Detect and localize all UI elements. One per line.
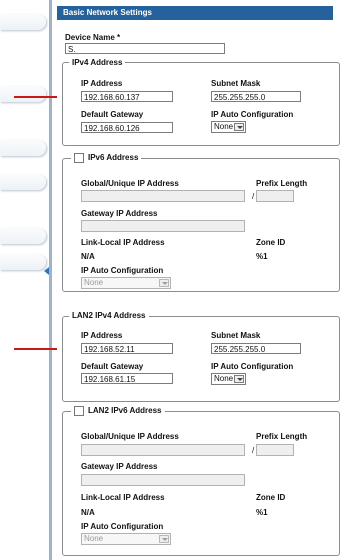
left-sidebar (0, 0, 50, 560)
sidebar-tab[interactable] (0, 174, 46, 190)
network-settings-panel: Basic Network Settings Device Name * S. … (57, 0, 347, 560)
lan2-ip-address-field[interactable]: 192.168.52.11 (81, 343, 173, 354)
ipv6-auto-config-value: None (84, 278, 104, 287)
ipv6-enable-checkbox[interactable] (74, 153, 84, 163)
sidebar-tab[interactable] (0, 228, 46, 244)
ipv4-group (62, 62, 340, 146)
lan2-default-gateway-label: Default Gateway (81, 362, 144, 371)
prefix-separator: / (252, 192, 255, 201)
lan2-ipv4-legend: LAN2 IPv4 Address (69, 311, 149, 321)
link-local-value: N/A (81, 252, 95, 261)
lan2-link-local-label: Link-Local IP Address (81, 493, 165, 502)
lan2-link-local-value: N/A (81, 508, 95, 517)
global-ip-field[interactable] (81, 190, 245, 202)
default-gateway-label: Default Gateway (81, 110, 144, 119)
default-gateway-field[interactable]: 192.168.60.126 (81, 122, 173, 133)
lan2-subnet-mask-label: Subnet Mask (211, 331, 261, 340)
lan2-default-gateway-field[interactable]: 192.168.61.15 (81, 373, 173, 384)
lan2-zone-id-label: Zone ID (256, 493, 286, 502)
gateway-ip-field[interactable] (81, 220, 245, 232)
lan2-ip-auto-config-value: None (214, 374, 234, 383)
chevron-down-icon (234, 123, 244, 131)
lan2-subnet-mask-field[interactable]: 255.255.255.0 (211, 343, 301, 354)
panel-title: Basic Network Settings (57, 6, 333, 20)
sidebar-tab[interactable] (0, 254, 46, 270)
prefix-length-field[interactable] (256, 190, 294, 202)
sidebar-divider (49, 0, 52, 560)
ip-address-label: IP Address (81, 79, 123, 88)
lan2-prefix-length-field[interactable] (256, 444, 294, 456)
device-name-label: Device Name * (65, 33, 121, 42)
global-ip-label: Global/Unique IP Address (81, 179, 179, 188)
sidebar-tab[interactable] (0, 86, 46, 102)
ip-auto-config-value: None (214, 122, 234, 131)
sidebar-tab[interactable] (0, 14, 46, 30)
zone-id-label: Zone ID (256, 238, 286, 247)
lan2-ipv6-auto-config-value: None (84, 534, 104, 543)
ipv4-legend: IPv4 Address (69, 58, 126, 68)
subnet-mask-field[interactable]: 255.255.255.0 (211, 91, 301, 102)
ip-auto-config-select[interactable]: None (211, 121, 246, 133)
ipv6-legend-label: IPv6 Address (88, 153, 139, 163)
ipv6-auto-config-select[interactable]: None (81, 277, 171, 289)
lan2-global-ip-label: Global/Unique IP Address (81, 432, 179, 441)
lan2-ipv4-group (62, 316, 340, 402)
lan2-ipv6-auto-config-label: IP Auto Configuration (81, 522, 164, 531)
lan2-global-ip-field[interactable] (81, 444, 245, 456)
ipv6-legend: IPv6 Address (71, 153, 142, 164)
prefix-length-label: Prefix Length (256, 179, 308, 188)
lan2-zone-id-value: %1 (256, 508, 268, 517)
device-name-field[interactable]: S. (65, 43, 225, 54)
chevron-down-icon (234, 375, 244, 383)
zone-id-value: %1 (256, 252, 268, 261)
lan2-ip-auto-config-label: IP Auto Configuration (211, 362, 294, 371)
lan2-prefix-length-label: Prefix Length (256, 432, 308, 441)
lan2-gateway-ip-field[interactable] (81, 474, 245, 486)
subnet-mask-label: Subnet Mask (211, 79, 261, 88)
gateway-ip-label: Gateway IP Address (81, 209, 158, 218)
chevron-down-icon (159, 535, 169, 543)
ipv6-auto-config-label: IP Auto Configuration (81, 266, 164, 275)
lan2-prefix-separator: / (252, 446, 255, 455)
sidebar-tab[interactable] (0, 140, 46, 156)
chevron-down-icon (159, 279, 169, 287)
lan2-ipv6-enable-checkbox[interactable] (74, 406, 84, 416)
sidebar-active-marker-icon (44, 267, 49, 275)
lan2-gateway-ip-label: Gateway IP Address (81, 462, 158, 471)
lan2-ipv6-legend-label: LAN2 IPv6 Address (88, 406, 162, 416)
lan2-ip-auto-config-select[interactable]: None (211, 373, 246, 385)
ip-address-field[interactable]: 192.168.60.137 (81, 91, 173, 102)
lan2-ipv6-auto-config-select[interactable]: None (81, 533, 171, 545)
ip-auto-config-label: IP Auto Configuration (211, 110, 294, 119)
lan2-ipv6-legend: LAN2 IPv6 Address (71, 406, 165, 417)
lan2-ip-address-label: IP Address (81, 331, 123, 340)
link-local-label: Link-Local IP Address (81, 238, 165, 247)
